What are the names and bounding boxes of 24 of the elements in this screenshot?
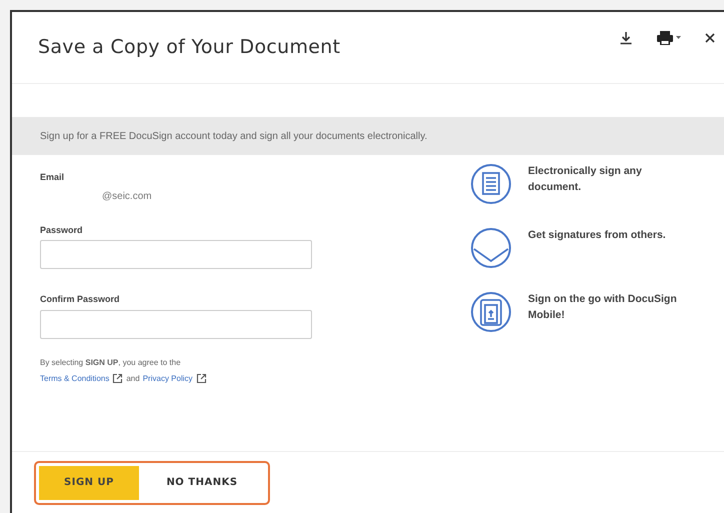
feature-text: Electronically sign any document. <box>528 164 643 195</box>
info-banner: Sign up for a FREE DocuSign account today and sign all your documents electronically. <box>12 117 724 155</box>
envelope-icon <box>470 227 512 269</box>
conjunction-text: and <box>126 372 140 384</box>
external-link-icon <box>112 373 124 384</box>
feature-text: Sign on the go with DocuSign Mobile! <box>528 292 678 323</box>
sign-up-button[interactable]: SIGN UP <box>39 466 139 500</box>
confirm-password-label: Confirm Password <box>40 293 121 306</box>
password-label: Password <box>40 224 84 236</box>
dialog-title: Save a Copy of Your Document <box>38 35 340 60</box>
printer-icon[interactable] <box>656 30 682 46</box>
confirm-password-field[interactable] <box>40 310 312 338</box>
terms-link[interactable]: Terms & Conditions <box>40 372 110 384</box>
email-value: @seic.com <box>101 190 153 204</box>
close-icon[interactable] <box>704 32 716 44</box>
email-label: Email <box>40 171 66 184</box>
mobile-phone-icon <box>470 291 512 333</box>
feature-text: Get signatures from others. <box>528 228 667 243</box>
password-field[interactable] <box>40 240 312 269</box>
consent-text: By selecting SIGN UP, you agree to the <box>40 356 182 368</box>
document-icon <box>470 163 512 205</box>
download-icon[interactable] <box>618 30 634 46</box>
external-link-icon <box>196 373 207 384</box>
privacy-policy-link[interactable]: Privacy Policy <box>142 372 193 384</box>
